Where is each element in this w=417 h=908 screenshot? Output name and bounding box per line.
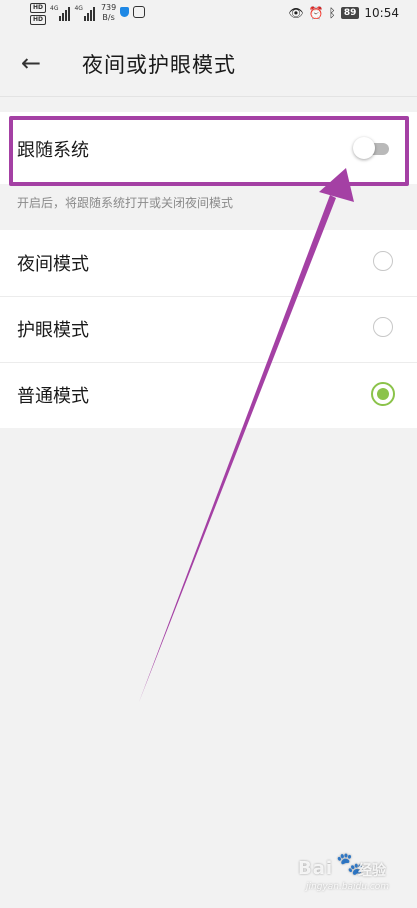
mode-item-normal[interactable]: 普通模式: [0, 362, 417, 428]
mode-label: 夜间模式: [17, 254, 89, 275]
mode-label: 护眼模式: [17, 320, 89, 341]
bluetooth-icon: ᛒ: [328, 6, 336, 20]
shield-icon: [120, 7, 130, 17]
follow-system-hint: 开启后，将跟随系统打开或关闭夜间模式: [17, 196, 234, 210]
page-title: 夜间或护眼模式: [82, 53, 236, 77]
radio-button[interactable]: [373, 251, 393, 271]
follow-system-toggle[interactable]: [353, 137, 391, 159]
signal-label: 4G: [74, 5, 83, 12]
mode-item-eye-care[interactable]: 护眼模式: [0, 296, 417, 362]
follow-system-label: 跟随系统: [17, 140, 89, 161]
app-notification-icon: [133, 6, 146, 18]
mode-item-night[interactable]: 夜间模式: [0, 230, 417, 296]
clock: 10:54: [364, 6, 399, 20]
network-speed: 739 B/s: [101, 3, 116, 23]
baidu-watermark: Bai 🐾 经验 jingyan.baidu.com: [298, 852, 408, 892]
toggle-knob: [353, 137, 375, 159]
network-speed-value: 739: [100, 3, 117, 12]
status-bar: HD HD 4G 4G 739 B/s 👁 ⏰ ᛒ 89 10:54: [0, 0, 417, 30]
battery-icon: 89: [340, 7, 360, 19]
status-left: HD HD 4G 4G 739 B/s: [30, 3, 146, 25]
radio-button-checked[interactable]: [371, 382, 395, 406]
mode-list: 夜间模式 护眼模式 普通模式: [0, 230, 417, 428]
watermark-brand: Bai: [298, 858, 334, 879]
status-right: 👁 ⏰ ᛒ 89 10:54: [288, 6, 399, 20]
hd-indicators: HD HD: [30, 3, 47, 25]
mode-label: 普通模式: [17, 386, 89, 407]
radio-dot: [377, 388, 389, 400]
eye-icon: 👁: [288, 6, 304, 20]
watermark-sub: 经验: [358, 863, 386, 879]
back-arrow-icon[interactable]: ←: [16, 48, 46, 78]
signal-icon: 4G: [74, 3, 95, 21]
signal-icon: 4G: [50, 3, 71, 21]
radio-button[interactable]: [373, 317, 393, 337]
hd-badge: HD: [30, 3, 47, 13]
app-header: ← 夜间或护眼模式: [0, 30, 417, 97]
signal-label: 4G: [50, 5, 59, 12]
watermark-url: jingyan.baidu.com: [306, 882, 390, 892]
hd-badge: HD: [30, 15, 47, 25]
alarm-icon: ⏰: [308, 6, 324, 20]
network-speed-unit: B/s: [102, 13, 115, 22]
